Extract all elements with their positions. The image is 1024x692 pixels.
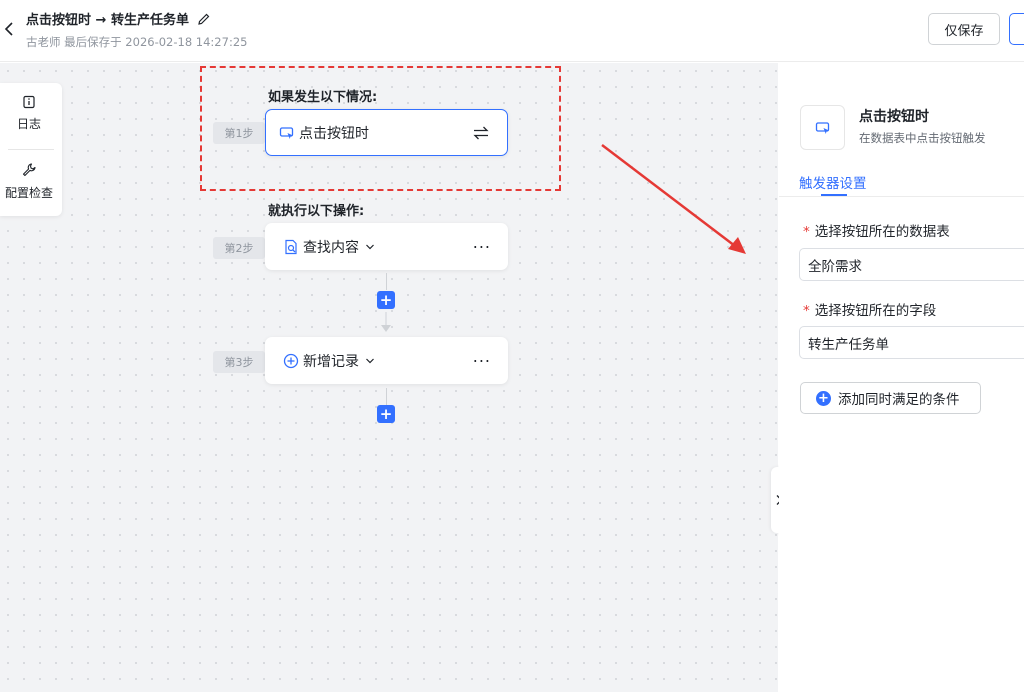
- wrench-icon: [22, 163, 36, 177]
- tool-divider: [8, 149, 54, 150]
- step-1-tag: 第1步: [213, 122, 265, 144]
- save-only-button[interactable]: 仅保存: [928, 13, 1000, 45]
- connector-line: [386, 388, 387, 405]
- table-field-label: * 选择按钮所在的数据表: [803, 220, 950, 240]
- connector-line: [386, 273, 387, 290]
- top-bar: 点击按钮时 → 转生产任务单 古老师 最后保存于 2026-02-18 14:2…: [0, 0, 1024, 62]
- tool-panel: 日志 配置检查: [0, 83, 62, 216]
- trigger-icon-box: [800, 105, 845, 150]
- step-3-card[interactable]: 新增记录 ···: [265, 337, 508, 384]
- publish-button[interactable]: [1009, 13, 1024, 45]
- config-check-label: 配置检查: [4, 186, 53, 200]
- step-3-tag: 第3步: [213, 351, 265, 373]
- action-heading: 就执行以下操作:: [268, 204, 365, 219]
- table-field-label-text: 选择按钮所在的数据表: [814, 224, 950, 240]
- step-2-title: 查找内容: [303, 239, 359, 256]
- log-tool[interactable]: 日志: [0, 95, 58, 132]
- plus-circle-icon: +: [816, 390, 831, 406]
- step-2-card[interactable]: 查找内容 ···: [265, 223, 508, 270]
- last-saved-info: 古老师 最后保存于 2026-02-18 14:27:25: [26, 35, 248, 49]
- button-click-icon: [815, 121, 829, 134]
- button-field-label-text: 选择按钮所在的字段: [814, 303, 937, 319]
- step-1-title: 点击按钮时: [299, 125, 369, 142]
- find-record-icon: [285, 239, 297, 254]
- more-options-icon[interactable]: ···: [473, 351, 491, 370]
- add-condition-button[interactable]: + 添加同时满足的条件: [800, 382, 981, 414]
- table-select[interactable]: 全阶需求: [799, 248, 1024, 281]
- button-field-select[interactable]: 转生产任务单: [799, 326, 1024, 359]
- trigger-heading: 如果发生以下情况:: [268, 90, 378, 105]
- add-record-icon: [283, 353, 299, 368]
- required-mark: *: [803, 303, 810, 319]
- config-check-tool[interactable]: 配置检查: [0, 162, 58, 201]
- log-tool-label: 日志: [16, 117, 41, 131]
- switch-icon[interactable]: [473, 126, 489, 140]
- add-condition-label: 添加同时满足的条件: [838, 392, 960, 408]
- workflow-title: 点击按钮时 → 转生产任务单: [26, 13, 189, 28]
- button-click-icon: [279, 126, 294, 139]
- pencil-icon[interactable]: [197, 12, 211, 26]
- info-icon: [23, 95, 35, 109]
- chevron-down-icon[interactable]: [365, 357, 375, 365]
- more-options-icon[interactable]: ···: [473, 237, 491, 256]
- button-field-label: * 选择按钮所在的字段: [803, 299, 936, 319]
- required-mark: *: [803, 224, 810, 240]
- panel-description: 在数据表中点击按钮触发: [859, 131, 986, 145]
- step-3-title: 新增记录: [303, 353, 359, 370]
- tab-divider: [779, 196, 1024, 197]
- tab-trigger-settings[interactable]: 触发器设置: [799, 172, 867, 192]
- flow-arrow-icon: [381, 312, 391, 332]
- step-2-tag: 第2步: [213, 237, 265, 259]
- add-step-button[interactable]: +: [377, 405, 395, 423]
- back-arrow-icon[interactable]: [2, 20, 16, 38]
- trigger-settings-panel: 点击按钮时 在数据表中点击按钮触发 触发器设置 * 选择按钮所在的数据表 全阶需求…: [779, 83, 1024, 692]
- add-step-button[interactable]: +: [377, 291, 395, 309]
- chevron-down-icon[interactable]: [365, 243, 375, 251]
- step-1-card[interactable]: 点击按钮时: [265, 109, 508, 156]
- title-row: 点击按钮时 → 转生产任务单: [26, 9, 211, 28]
- panel-title: 点击按钮时: [859, 109, 929, 125]
